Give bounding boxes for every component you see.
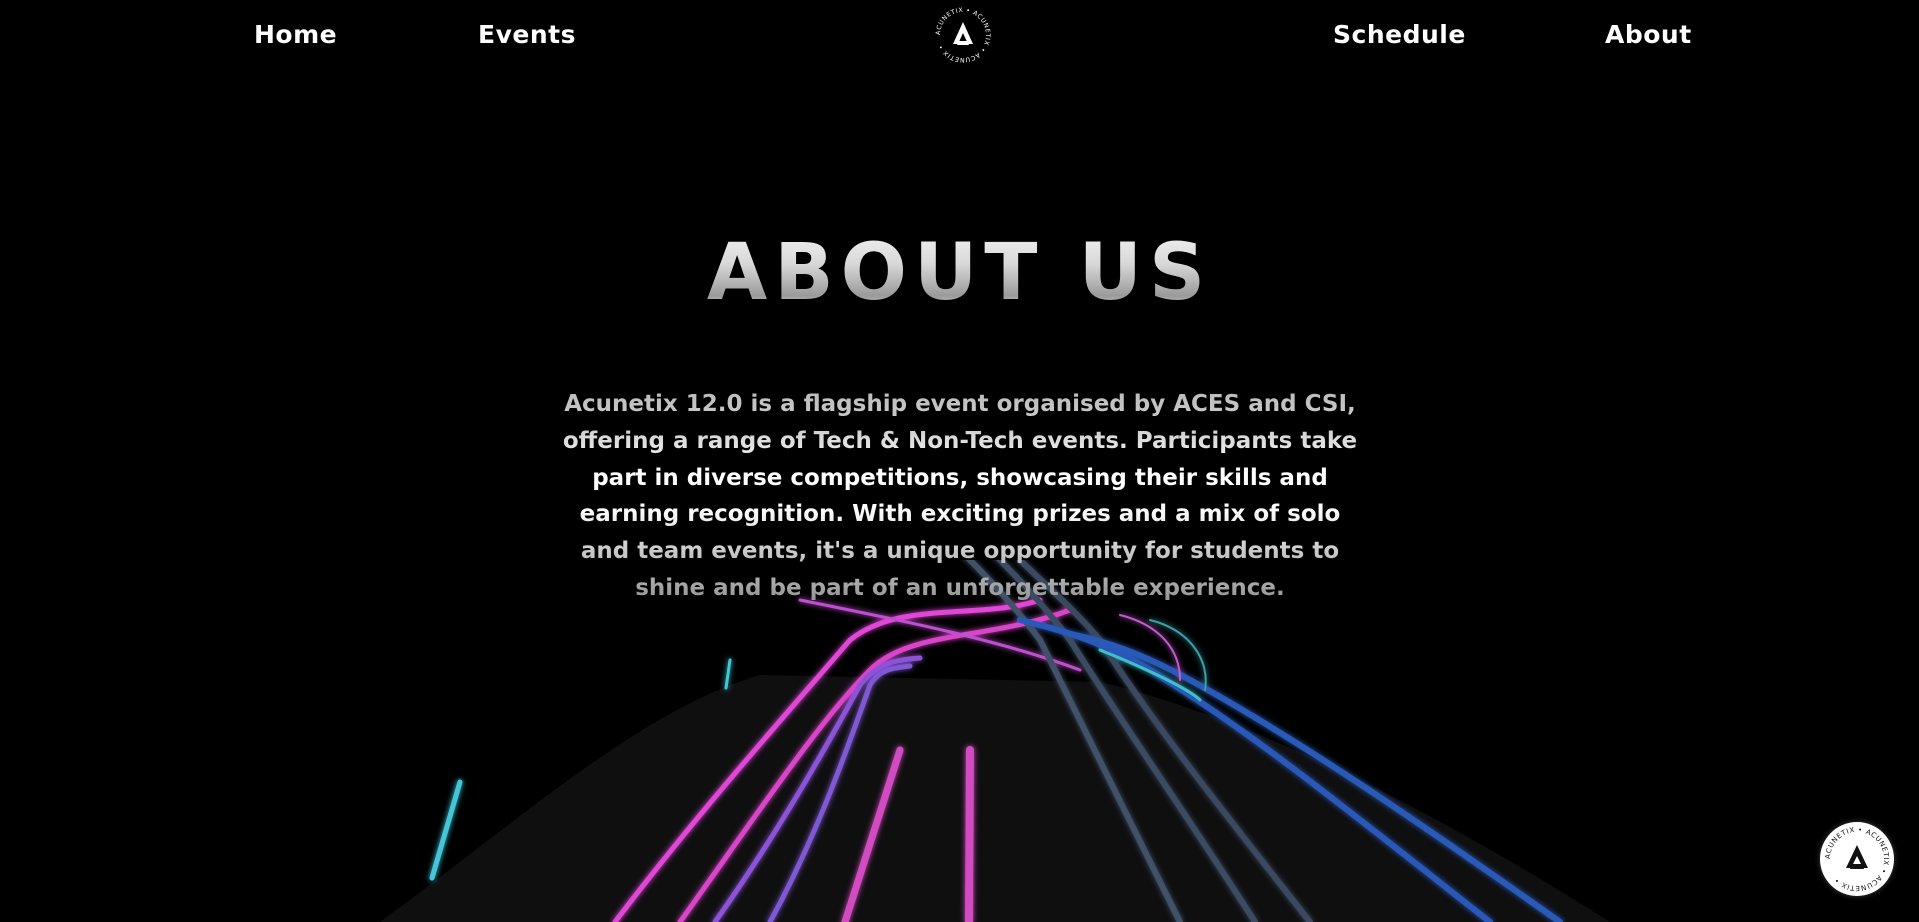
about-heading: ABOUT US bbox=[0, 228, 1919, 318]
nav-schedule-link[interactable]: Schedule bbox=[1333, 20, 1466, 49]
about-description: Acunetix 12.0 is a flagship event organi… bbox=[560, 386, 1360, 607]
logo-ring-text: ACUNETIX • ACUNETIX • ACUNETIX • bbox=[935, 7, 991, 63]
acunetix-logo-icon[interactable]: ACUNETIX • ACUNETIX • ACUNETIX • bbox=[932, 4, 994, 66]
svg-text:ACUNETIX • ACUNETIX • ACUNETIX: ACUNETIX • ACUNETIX • ACUNETIX • bbox=[1824, 826, 1890, 892]
nav-events-link[interactable]: Events bbox=[478, 20, 576, 49]
nav-about-link[interactable]: About bbox=[1605, 20, 1692, 49]
nav-home-link[interactable]: Home bbox=[254, 20, 337, 49]
acunetix-badge-icon[interactable]: ACUNETIX • ACUNETIX • ACUNETIX • bbox=[1820, 822, 1894, 896]
neon-road-illustration bbox=[380, 560, 1610, 922]
about-page: Home Events ACUNETIX • ACUNETIX • ACUNET… bbox=[0, 0, 1919, 922]
svg-text:ACUNETIX • ACUNETIX • ACUNETIX: ACUNETIX • ACUNETIX • ACUNETIX • bbox=[935, 7, 991, 63]
badge-ring-text: ACUNETIX • ACUNETIX • ACUNETIX • bbox=[1824, 826, 1890, 892]
